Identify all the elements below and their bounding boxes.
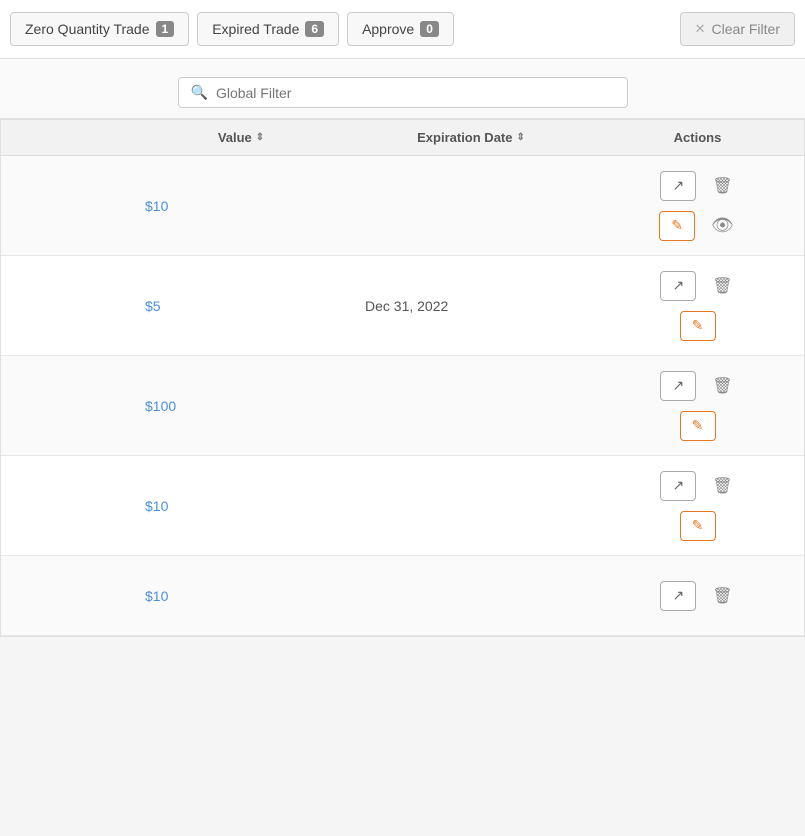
row2-edit-button[interactable]: ✎: [680, 311, 716, 341]
expired-trade-button[interactable]: Expired Trade 6: [197, 12, 339, 46]
row4-delete-button[interactable]: 🗑: [710, 474, 734, 498]
close-icon: ✕: [695, 21, 706, 37]
table-row: $5 Dec 31, 2022 ↗ 🗑 ✎: [1, 256, 804, 356]
clear-filter-label: Clear Filter: [712, 21, 780, 37]
row5-col1: [1, 584, 131, 608]
row4-expiration: [351, 494, 591, 518]
table-row: $10 ↗ 🗑 ✎: [1, 456, 804, 556]
edit-icon: ✎: [692, 517, 704, 534]
col-header-expiration: Expiration Date ⇕: [351, 120, 591, 155]
edit-icon: ✎: [692, 417, 704, 434]
row3-col1: [1, 394, 131, 418]
global-filter-input[interactable]: [216, 85, 615, 101]
row1-delete-button[interactable]: 🗑: [710, 174, 734, 198]
row1-edit-button[interactable]: ✎: [659, 211, 695, 241]
row3-delete-button[interactable]: 🗑: [710, 374, 734, 398]
row3-actions: ↗ 🗑 ✎: [591, 361, 804, 451]
sort-expiration-icon[interactable]: ⇕: [516, 132, 524, 143]
share-icon: ↗: [672, 477, 684, 494]
row1-view-button[interactable]: 👁: [709, 213, 736, 238]
eye-icon: 👁: [711, 215, 734, 236]
row4-edit-button[interactable]: ✎: [680, 511, 716, 541]
row2-share-button[interactable]: ↗: [660, 271, 696, 301]
row1-col1: [1, 194, 131, 218]
table-header: Value ⇕ Expiration Date ⇕ Actions: [1, 120, 804, 156]
row2-actions: ↗ 🗑 ✎: [591, 261, 804, 351]
row2-delete-button[interactable]: 🗑: [710, 274, 734, 298]
trash-icon: 🗑: [712, 176, 732, 196]
row4-action-row-1: ↗ 🗑: [660, 471, 734, 501]
approve-button[interactable]: Approve 0: [347, 12, 454, 46]
expired-trade-badge: 6: [305, 21, 324, 37]
row5-action-row-1: ↗ 🗑: [660, 581, 734, 611]
table-row: $100 ↗ 🗑 ✎: [1, 356, 804, 456]
search-icon: 🔍: [191, 84, 208, 101]
approve-badge: 0: [420, 21, 439, 37]
share-icon: ↗: [672, 277, 684, 294]
zero-quantity-trade-label: Zero Quantity Trade: [25, 21, 150, 37]
trash-icon: 🗑: [712, 586, 732, 606]
top-bar: Zero Quantity Trade 1 Expired Trade 6 Ap…: [0, 0, 805, 59]
row4-col1: [1, 494, 131, 518]
row4-share-button[interactable]: ↗: [660, 471, 696, 501]
row3-expiration: [351, 394, 591, 418]
row2-action-row-1: ↗ 🗑: [660, 271, 734, 301]
row3-edit-button[interactable]: ✎: [680, 411, 716, 441]
row1-actions: ↗ 🗑 ✎ 👁: [591, 161, 804, 251]
row5-value: $10: [131, 576, 351, 616]
expired-trade-label: Expired Trade: [212, 21, 299, 37]
trash-icon: 🗑: [712, 376, 732, 396]
table-row: $10 ↗ 🗑: [1, 556, 804, 636]
approve-label: Approve: [362, 21, 414, 37]
row2-col1: [1, 294, 131, 318]
sort-value-icon[interactable]: ⇕: [256, 132, 264, 143]
row1-value: $10: [131, 186, 351, 226]
share-icon: ↗: [672, 177, 684, 194]
share-icon: ↗: [672, 587, 684, 604]
row1-action-row-2: ✎ 👁: [659, 211, 736, 241]
row5-actions: ↗ 🗑: [591, 571, 804, 621]
row1-expiration: [351, 194, 591, 218]
row3-share-button[interactable]: ↗: [660, 371, 696, 401]
row1-action-row-1: ↗ 🗑: [660, 171, 734, 201]
row3-value: $100: [131, 386, 351, 426]
edit-icon: ✎: [692, 317, 704, 334]
row5-share-button[interactable]: ↗: [660, 581, 696, 611]
col-header-value: Value ⇕: [131, 120, 351, 155]
table-row: $10 ↗ 🗑 ✎ 👁: [1, 156, 804, 256]
row4-actions: ↗ 🗑 ✎: [591, 461, 804, 551]
clear-filter-button[interactable]: ✕ Clear Filter: [680, 12, 795, 46]
row3-action-row-1: ↗ 🗑: [660, 371, 734, 401]
col-header-actions: Actions: [591, 120, 804, 155]
row2-value: $5: [131, 286, 351, 326]
search-area: 🔍: [0, 59, 805, 119]
trash-icon: 🗑: [712, 276, 732, 296]
row3-action-row-2: ✎: [680, 411, 716, 441]
row2-action-row-2: ✎: [680, 311, 716, 341]
edit-icon: ✎: [671, 217, 683, 234]
row5-delete-button[interactable]: 🗑: [710, 584, 734, 608]
trash-icon: 🗑: [712, 476, 732, 496]
col-header-empty: [1, 120, 131, 155]
row5-expiration: [351, 584, 591, 608]
data-table: Value ⇕ Expiration Date ⇕ Actions $10 ↗ …: [0, 119, 805, 637]
row4-action-row-2: ✎: [680, 511, 716, 541]
row4-value: $10: [131, 486, 351, 526]
share-icon: ↗: [672, 377, 684, 394]
row2-expiration: Dec 31, 2022: [351, 286, 591, 326]
zero-quantity-badge: 1: [156, 21, 175, 37]
row1-share-button[interactable]: ↗: [660, 171, 696, 201]
search-box: 🔍: [178, 77, 628, 108]
zero-quantity-trade-button[interactable]: Zero Quantity Trade 1: [10, 12, 189, 46]
